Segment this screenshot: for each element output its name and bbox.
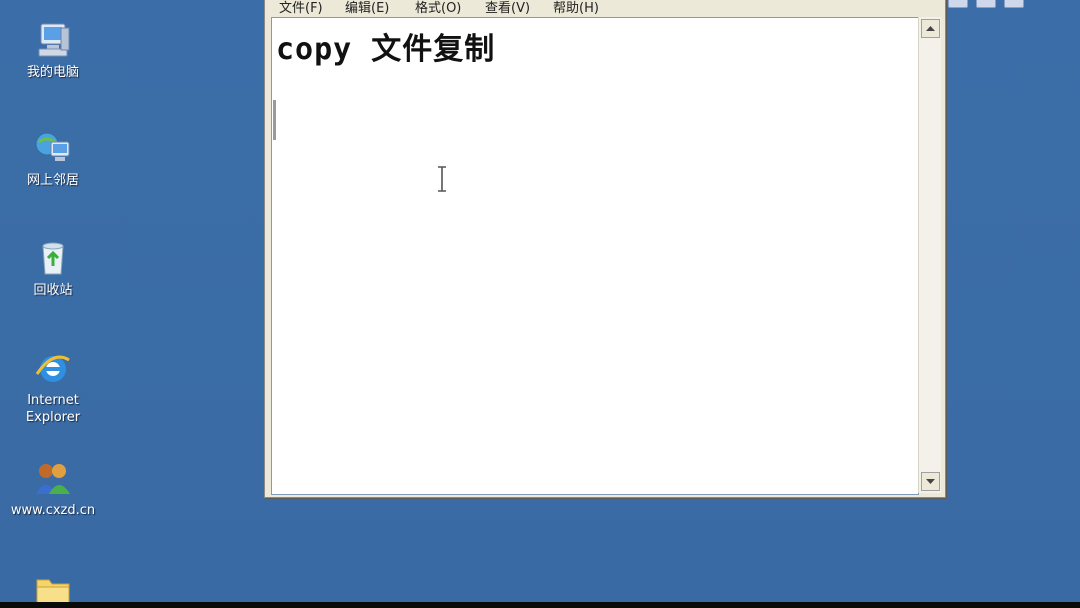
- desktop-icon-label: www.cxzd.cn: [10, 503, 96, 518]
- desktop-icon-internet-explorer[interactable]: Internet Explorer: [5, 348, 101, 426]
- document-text: copy 文件复制: [276, 32, 496, 67]
- close-button[interactable]: [1004, 0, 1024, 8]
- network-places-icon: [35, 132, 70, 161]
- maximize-button[interactable]: [976, 0, 996, 8]
- scroll-down-button[interactable]: [921, 472, 940, 491]
- minimize-button[interactable]: [948, 0, 968, 8]
- internet-explorer-icon: [35, 355, 70, 382]
- arrow-up-icon: [926, 26, 935, 31]
- scroll-up-button[interactable]: [921, 19, 940, 38]
- menu-edit[interactable]: 编辑(E): [345, 0, 389, 16]
- text-edit-area[interactable]: copy 文件复制: [271, 17, 919, 495]
- desktop-icon-network-places[interactable]: 网上邻居: [5, 128, 101, 189]
- menu-format[interactable]: 格式(O): [415, 0, 461, 16]
- ibeam-cursor-icon: [438, 166, 446, 192]
- desktop: 我的电脑 网上邻居 回收站 Internet Explorer www.cxzd…: [0, 0, 1080, 608]
- menu-view[interactable]: 查看(V): [485, 0, 530, 16]
- recycle-bin-icon: [42, 242, 64, 275]
- vertical-scrollbar[interactable]: [918, 17, 941, 493]
- users-icon: [36, 464, 70, 494]
- desktop-icon-label-line1: Internet: [27, 393, 79, 408]
- arrow-down-icon: [926, 479, 935, 484]
- text-caret: [273, 100, 276, 140]
- desktop-icon-label: 网上邻居: [26, 173, 79, 188]
- desktop-icon-my-computer[interactable]: 我的电脑: [5, 20, 101, 81]
- menu-file[interactable]: 文件(F): [279, 0, 323, 16]
- desktop-icon-label: 回收站: [33, 283, 73, 298]
- desktop-icon-label: 我的电脑: [26, 65, 79, 80]
- notepad-window: 文件(F) 编辑(E) 格式(O) 查看(V) 帮助(H) copy 文件复制: [264, 0, 946, 498]
- desktop-icon-recycle-bin[interactable]: 回收站: [5, 238, 101, 299]
- desktop-icon-label-line2: Explorer: [25, 410, 81, 425]
- desktop-icon-website[interactable]: www.cxzd.cn: [5, 458, 101, 519]
- menu-bar: 文件(F) 编辑(E) 格式(O) 查看(V) 帮助(H): [265, 0, 945, 16]
- my-computer-icon: [38, 23, 70, 57]
- menu-help[interactable]: 帮助(H): [553, 0, 599, 16]
- taskbar: [0, 602, 1080, 608]
